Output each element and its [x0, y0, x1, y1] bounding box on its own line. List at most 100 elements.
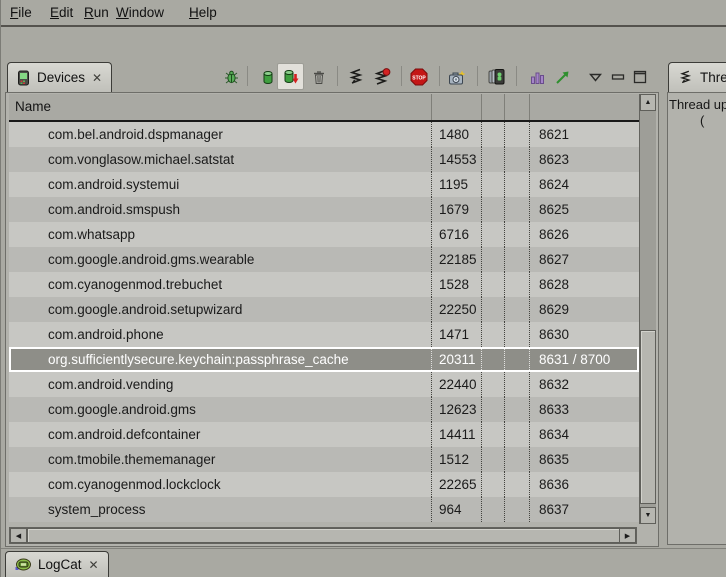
tab-threads[interactable]: Threa: [668, 62, 726, 92]
sysinfo-button[interactable]: [527, 66, 547, 88]
process-pid: 12623: [431, 397, 481, 422]
debug-button[interactable]: [221, 66, 241, 88]
empty-cell: [481, 197, 504, 222]
stop-icon: STOP: [410, 68, 428, 86]
table-row[interactable]: system_process9648637: [9, 497, 639, 522]
process-pid: 1512: [431, 447, 481, 472]
table-row[interactable]: com.cyanogenmod.lockclock222658636: [9, 472, 639, 497]
main-toolbar-empty: [1, 29, 726, 60]
empty-cell: [504, 322, 529, 347]
column-header-name[interactable]: Name: [9, 94, 431, 120]
debug-bug-icon: [223, 69, 240, 86]
screen-capture-button[interactable]: [447, 66, 467, 88]
tab-logcat[interactable]: LogCat ✕: [5, 551, 109, 577]
process-name: com.bel.android.dspmanager: [9, 122, 431, 147]
process-port: 8634: [529, 422, 639, 447]
screen-record-button[interactable]: [487, 66, 507, 88]
scroll-up-button[interactable]: ▲: [640, 94, 656, 111]
tab-devices-label: Devices: [37, 70, 85, 85]
empty-cell: [481, 447, 504, 472]
logcat-icon: [15, 558, 31, 571]
tab-devices-close-icon[interactable]: ✕: [92, 72, 102, 84]
tab-logcat-label: LogCat: [38, 557, 82, 572]
table-row[interactable]: com.vonglasow.michael.satstat145538623: [9, 147, 639, 172]
update-threads-button[interactable]: [346, 66, 366, 88]
table-row[interactable]: com.android.phone14718630: [9, 322, 639, 347]
tab-logcat-close-icon[interactable]: ✕: [89, 559, 99, 571]
table-row[interactable]: com.android.systemui11958624: [9, 172, 639, 197]
process-pid: 22185: [431, 247, 481, 272]
menu-edit[interactable]: Edit: [50, 5, 73, 20]
process-port: 8626: [529, 222, 639, 247]
empty-cell: [504, 347, 529, 372]
table-row[interactable]: com.google.android.gms126238633: [9, 397, 639, 422]
column-header-empty[interactable]: [481, 94, 504, 120]
scroll-left-button[interactable]: ◀: [10, 528, 27, 543]
process-pid: 1195: [431, 172, 481, 197]
table-row[interactable]: com.bel.android.dspmanager14808621: [9, 122, 639, 147]
menu-window[interactable]: Window: [116, 5, 164, 20]
horizontal-scroll-thumb[interactable]: [27, 528, 620, 543]
process-port: 8623: [529, 147, 639, 172]
column-header-empty[interactable]: [504, 94, 529, 120]
toolbar-separator: [337, 66, 338, 86]
bottom-panel-bar: [1, 548, 726, 577]
menu-run[interactable]: Run: [84, 5, 109, 20]
update-heap-button[interactable]: [258, 66, 278, 88]
table-row[interactable]: com.google.android.gms.wearable221858627: [9, 247, 639, 272]
horizontal-scrollbar[interactable]: ◀ ▶: [9, 527, 637, 544]
menu-help[interactable]: Help: [189, 5, 217, 20]
dump-hprof-button[interactable]: [277, 63, 304, 90]
empty-cell: [481, 497, 504, 522]
empty-cell: [504, 422, 529, 447]
process-port: 8636: [529, 472, 639, 497]
process-name: com.android.defcontainer: [9, 422, 431, 447]
table-row[interactable]: com.google.android.setupwizard222508629: [9, 297, 639, 322]
process-name: org.sufficientlysecure.keychain:passphra…: [9, 347, 431, 372]
update-threads-icon: [347, 68, 365, 86]
ddms-window: { "menu": { "items": [ { "label": "File"…: [0, 0, 726, 577]
view-menu-chevron-icon: [589, 73, 602, 82]
minimize-icon: [611, 72, 625, 82]
vertical-scroll-thumb[interactable]: [640, 330, 656, 504]
sysinfo-bars-icon: [529, 69, 546, 86]
maximize-button[interactable]: [630, 66, 650, 88]
empty-cell: [481, 422, 504, 447]
table-row[interactable]: com.android.smspush16798625: [9, 197, 639, 222]
empty-cell: [504, 197, 529, 222]
empty-cell: [504, 147, 529, 172]
view-menu-button[interactable]: [585, 66, 605, 88]
vertical-scrollbar[interactable]: ▲ ▼: [639, 94, 656, 524]
table-row[interactable]: com.tmobile.thememanager15128635: [9, 447, 639, 472]
empty-cell: [481, 397, 504, 422]
column-header-pid[interactable]: [431, 94, 481, 120]
threads-tab-icon: [678, 70, 693, 85]
process-port: 8621: [529, 122, 639, 147]
tab-devices[interactable]: Devices ✕: [7, 62, 112, 92]
process-name: com.android.phone: [9, 322, 431, 347]
maximize-icon: [633, 70, 647, 84]
empty-cell: [504, 447, 529, 472]
process-name: com.google.android.gms: [9, 397, 431, 422]
table-row-selected[interactable]: org.sufficientlysecure.keychain:passphra…: [9, 347, 639, 372]
column-header-port[interactable]: [529, 94, 639, 120]
stop-process-button[interactable]: STOP: [409, 66, 429, 88]
scroll-right-button[interactable]: ▶: [619, 528, 636, 543]
svg-text:STOP: STOP: [412, 75, 426, 81]
process-pid: 964: [431, 497, 481, 522]
table-row[interactable]: com.android.defcontainer14411 8634: [9, 422, 639, 447]
table-row[interactable]: com.cyanogenmod.trebuchet15288628: [9, 272, 639, 297]
cause-gc-button[interactable]: [309, 66, 329, 88]
scroll-down-button[interactable]: ▼: [640, 507, 656, 524]
process-name: com.whatsapp: [9, 222, 431, 247]
table-row[interactable]: com.whatsapp67168626: [9, 222, 639, 247]
toolbar-separator: [401, 66, 402, 86]
minimize-button[interactable]: [608, 66, 628, 88]
opengl-trace-button[interactable]: [552, 66, 572, 88]
process-pid: 22265: [431, 472, 481, 497]
method-profiling-button[interactable]: [372, 66, 392, 88]
menu-file[interactable]: File: [10, 5, 32, 20]
process-port: 8627: [529, 247, 639, 272]
process-pid: 14411: [431, 422, 481, 447]
table-row[interactable]: com.android.vending224408632: [9, 372, 639, 397]
